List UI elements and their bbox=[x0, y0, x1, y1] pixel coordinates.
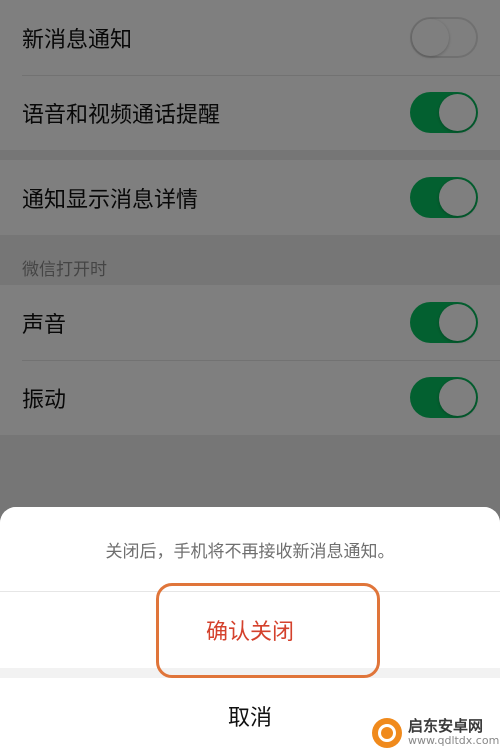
watermark: 启东安卓网 www.qdltdx.com bbox=[372, 713, 500, 753]
action-sheet-message: 关闭后，手机将不再接收新消息通知。 bbox=[0, 507, 500, 592]
action-sheet-divider bbox=[0, 668, 500, 678]
confirm-close-button[interactable]: 确认关闭 bbox=[0, 592, 500, 668]
watermark-text: 启东安卓网 www.qdltdx.com bbox=[408, 717, 500, 748]
watermark-title: 启东安卓网 bbox=[408, 717, 484, 736]
watermark-url: www.qdltdx.com bbox=[408, 734, 500, 748]
watermark-logo-icon bbox=[372, 718, 402, 748]
